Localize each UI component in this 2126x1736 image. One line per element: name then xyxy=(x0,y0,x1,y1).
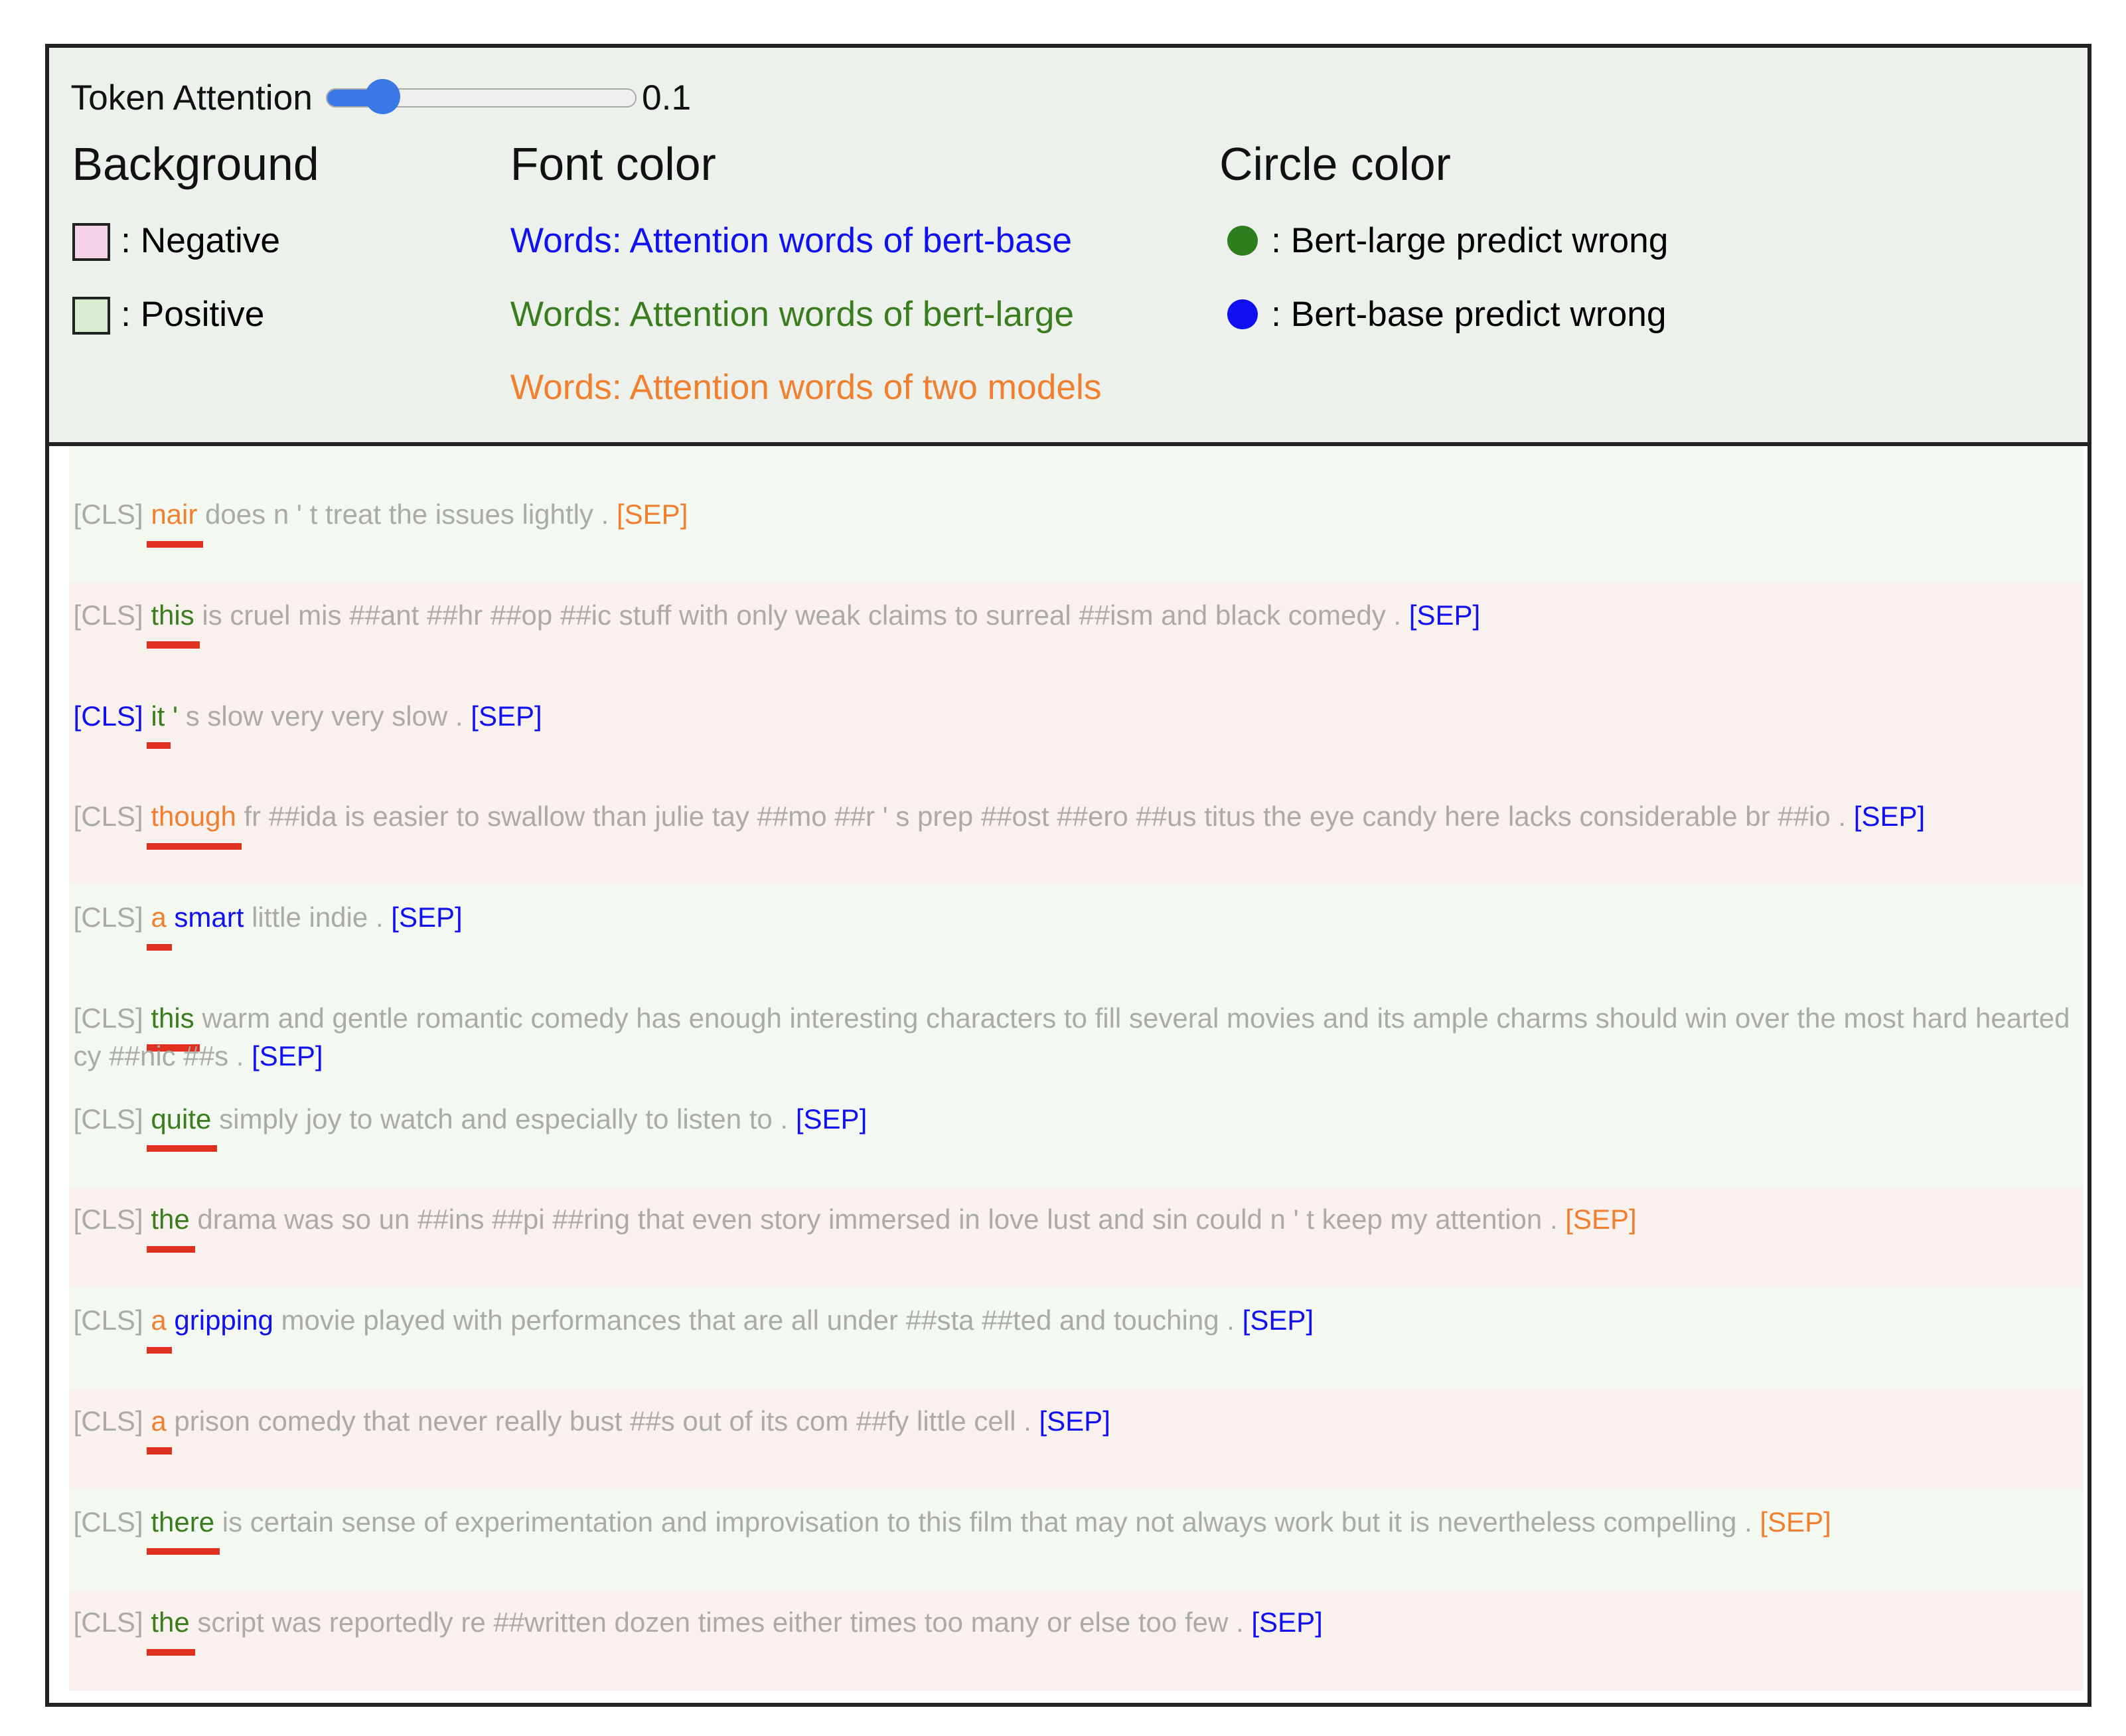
token: [SEP] xyxy=(796,1103,867,1135)
token-attention-control: Token Attention 0.1 xyxy=(70,78,691,118)
negative-swatch-icon xyxy=(72,223,110,261)
token: is certain sense of experimentation and … xyxy=(214,1506,1760,1538)
sentence-row: [CLS] it ' s slow very very slow . [SEP] xyxy=(69,683,2084,784)
underlined-token: there xyxy=(151,1506,214,1538)
font-color-title: Font color xyxy=(510,137,1102,191)
token: [CLS] xyxy=(74,902,151,933)
sentence-row: [CLS] this is cruel mis ##ant ##hr ##op … xyxy=(69,582,2084,683)
token: script was reportedly re ##written dozen… xyxy=(190,1607,1252,1638)
token: [SEP] xyxy=(1251,1607,1322,1638)
slider-thumb[interactable] xyxy=(365,79,400,114)
underlined-token: the xyxy=(151,1607,189,1638)
sentence-row: [CLS] the drama was so un ##ins ##pi ##r… xyxy=(69,1187,2084,1288)
token: [CLS] xyxy=(74,1304,151,1336)
slider-value: 0.1 xyxy=(642,78,691,118)
font-color-legend: Font color Words: Attention words of ber… xyxy=(510,137,1102,441)
circle-color-title: Circle color xyxy=(1219,137,1668,191)
token: ' xyxy=(165,700,178,732)
token: [SEP] xyxy=(471,700,542,732)
underlined-token: quite xyxy=(151,1103,211,1135)
legend-label: : Positive xyxy=(121,294,264,335)
underlined-token: this xyxy=(151,599,194,631)
token: [CLS] xyxy=(74,1103,151,1135)
token: simply joy to watch and especially to li… xyxy=(211,1103,795,1135)
positive-swatch-icon xyxy=(72,297,110,335)
token: little indie . xyxy=(244,902,391,933)
token xyxy=(167,1304,175,1336)
sentence-row: [CLS] though fr ##ida is easier to swall… xyxy=(69,784,2084,885)
token xyxy=(167,902,175,933)
token: [SEP] xyxy=(1409,599,1480,631)
legend-panel: Token Attention 0.1 Background : Negativ… xyxy=(49,48,2088,447)
token: [CLS] xyxy=(74,1607,151,1638)
token: warm and gentle romantic comedy has enou… xyxy=(74,1002,2070,1071)
underlined-token: a xyxy=(151,1304,166,1336)
token: [CLS] xyxy=(74,1002,151,1034)
underlined-token: a xyxy=(151,902,166,933)
underlined-token: the xyxy=(151,1204,189,1235)
token: fr ##ida is easier to swallow than julie… xyxy=(236,801,1854,832)
legend-bert-large-words: Words: Attention words of bert-large xyxy=(510,294,1102,368)
token: does n ' t treat the issues lightly . xyxy=(197,499,617,530)
background-legend: Background : Negative : Positive xyxy=(72,137,319,368)
underlined-token: nair xyxy=(151,499,197,530)
token: [SEP] xyxy=(1039,1405,1110,1437)
token: [CLS] xyxy=(74,700,151,732)
sentence-row: [CLS] a prison comedy that never really … xyxy=(69,1388,2084,1489)
token: [SEP] xyxy=(1243,1304,1314,1336)
circle-color-legend: Circle color : Bert-large predict wrong … xyxy=(1219,137,1668,368)
slider-label: Token Attention xyxy=(70,78,312,118)
token: [SEP] xyxy=(1760,1506,1831,1538)
sentence-row: [CLS] a gripping movie played with perfo… xyxy=(69,1288,2084,1389)
token: prison comedy that never really bust ##s… xyxy=(167,1405,1039,1437)
legend-bert-base-wrong: : Bert-base predict wrong xyxy=(1219,294,1668,368)
token: [SEP] xyxy=(252,1040,323,1071)
token: s slow very very slow . xyxy=(178,700,471,732)
underlined-token: though xyxy=(151,801,236,832)
green-circle-icon xyxy=(1227,226,1257,256)
attention-visualization-panel: Token Attention 0.1 Background : Negativ… xyxy=(45,44,2092,1707)
legend-positive: : Positive xyxy=(72,294,319,368)
background-title: Background xyxy=(72,137,319,191)
token: gripping xyxy=(174,1304,273,1336)
token: [CLS] xyxy=(74,1506,151,1538)
token: [CLS] xyxy=(74,1204,151,1235)
sentence-row: [CLS] quite simply joy to watch and espe… xyxy=(69,1086,2084,1187)
token: [SEP] xyxy=(617,499,688,530)
token: [CLS] xyxy=(74,599,151,631)
sentence-row: [CLS] this warm and gentle romantic come… xyxy=(69,985,2084,1086)
legend-negative: : Negative xyxy=(72,220,319,294)
token: [CLS] xyxy=(74,1405,151,1437)
token: [CLS] xyxy=(74,801,151,832)
legend-label: : Negative xyxy=(121,220,280,261)
legend-two-models-words: Words: Attention words of two models xyxy=(510,367,1102,441)
token: smart xyxy=(174,902,244,933)
legend-bert-large-wrong: : Bert-large predict wrong xyxy=(1219,220,1668,294)
sentence-row: [CLS] there is certain sense of experime… xyxy=(69,1489,2084,1590)
legend-label: : Bert-large predict wrong xyxy=(1271,220,1668,261)
sentence-row: [CLS] nair does n ' t treat the issues l… xyxy=(69,446,2084,582)
token: drama was so un ##ins ##pi ##ring that e… xyxy=(190,1204,1566,1235)
sentence-list: [CLS] nair does n ' t treat the issues l… xyxy=(69,446,2084,1703)
underlined-token: this xyxy=(151,1002,194,1034)
token: [SEP] xyxy=(1565,1204,1636,1235)
sentence-row: [CLS] a smart little indie . [SEP] xyxy=(69,885,2084,986)
legend-bert-base-words: Words: Attention words of bert-base xyxy=(510,220,1102,294)
blue-circle-icon xyxy=(1227,299,1257,329)
legend-label: : Bert-base predict wrong xyxy=(1271,294,1666,335)
token: [SEP] xyxy=(391,902,462,933)
token: [CLS] xyxy=(74,499,151,530)
token: is cruel mis ##ant ##hr ##op ##ic stuff … xyxy=(194,599,1409,631)
token-attention-slider[interactable] xyxy=(326,88,636,108)
sentence-row: [CLS] the script was reportedly re ##wri… xyxy=(69,1590,2084,1691)
token: [SEP] xyxy=(1854,801,1925,832)
token: movie played with performances that are … xyxy=(273,1304,1243,1336)
underlined-token: it xyxy=(151,700,165,732)
underlined-token: a xyxy=(151,1405,166,1437)
